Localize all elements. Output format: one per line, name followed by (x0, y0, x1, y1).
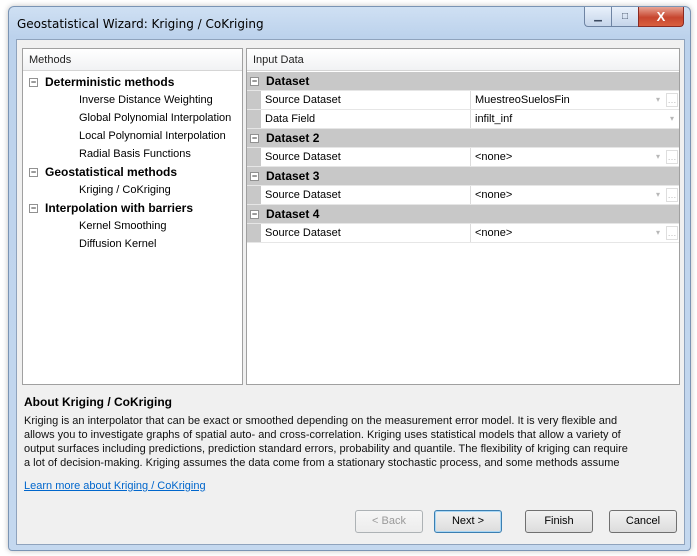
property-name: Source Dataset (261, 148, 471, 166)
tree-item-global-polynomial[interactable]: Global Polynomial Interpolation (79, 109, 231, 127)
about-description: Kriging is an interpolator that can be e… (24, 414, 682, 470)
browse-ellipsis-icon[interactable]: … (666, 226, 678, 240)
grid-section-dataset-4[interactable]: − Dataset 4 (247, 205, 679, 224)
property-name: Source Dataset (261, 91, 471, 109)
tree-item-local-polynomial[interactable]: Local Polynomial Interpolation (79, 127, 226, 145)
about-line: allows you to investigate graphs of spat… (24, 429, 621, 441)
methods-panel: Methods − Deterministic methods Inverse D… (22, 48, 243, 385)
wizard-window: Geostatistical Wizard: Kriging / CoKrigi… (8, 6, 691, 551)
property-name: Source Dataset (261, 186, 471, 204)
property-value: <none> (475, 227, 513, 239)
minimize-icon: ▁ (594, 11, 602, 22)
section-label: Dataset 2 (266, 131, 320, 145)
tree-item-kernel-smoothing[interactable]: Kernel Smoothing (79, 217, 166, 235)
dropdown-arrow-icon[interactable]: ▾ (652, 149, 664, 165)
collapse-icon[interactable]: − (29, 78, 38, 87)
dialog-body: Methods − Deterministic methods Inverse D… (16, 39, 685, 545)
window-controls: ▁ □ X (584, 7, 684, 27)
about-line: a lot of decision-making. Kriging assume… (24, 457, 620, 469)
tree-item-kriging[interactable]: Kriging / CoKriging (79, 181, 171, 199)
source-dataset-4-field[interactable]: <none> ▾ … (471, 224, 679, 242)
grid-row: Data Field infilt_inf ▾ (247, 110, 679, 129)
property-name: Source Dataset (261, 224, 471, 242)
grid-row: Source Dataset <none> ▾ … (247, 148, 679, 167)
dropdown-arrow-icon[interactable]: ▾ (652, 92, 664, 108)
property-value: <none> (475, 151, 513, 163)
about-line: Kriging is an interpolator that can be e… (24, 415, 618, 427)
tree-group-label: Deterministic methods (45, 75, 175, 89)
input-data-header: Input Data (247, 49, 679, 71)
dropdown-arrow-icon[interactable]: ▾ (652, 225, 664, 241)
maximize-icon: □ (621, 11, 629, 22)
dropdown-arrow-icon[interactable]: ▾ (652, 187, 664, 203)
grid-section-dataset-2[interactable]: − Dataset 2 (247, 129, 679, 148)
tree-item-diffusion-kernel[interactable]: Diffusion Kernel (79, 235, 156, 253)
input-data-panel: Input Data − Dataset Source Dataset Muest… (246, 48, 680, 385)
grid-row: Source Dataset <none> ▾ … (247, 186, 679, 205)
cancel-button[interactable]: Cancel (609, 510, 677, 533)
browse-ellipsis-icon[interactable]: … (666, 150, 678, 164)
source-dataset-field[interactable]: MuestreoSuelosFin ▾ … (471, 91, 679, 109)
section-label: Dataset 4 (266, 207, 320, 221)
data-field-select[interactable]: infilt_inf ▾ (471, 110, 679, 128)
browse-ellipsis-icon[interactable]: … (666, 188, 678, 202)
tree-item-radial-basis[interactable]: Radial Basis Functions (79, 145, 191, 163)
tree-group-label: Geostatistical methods (45, 165, 178, 179)
collapse-icon[interactable]: − (250, 134, 259, 143)
section-label: Dataset (266, 74, 310, 88)
window-title: Geostatistical Wizard: Kriging / CoKrigi… (17, 17, 264, 31)
maximize-button[interactable]: □ (611, 7, 638, 27)
finish-button[interactable]: Finish (525, 510, 593, 533)
property-value: infilt_inf (475, 113, 513, 125)
collapse-icon[interactable]: − (250, 210, 259, 219)
grid-section-dataset-3[interactable]: − Dataset 3 (247, 167, 679, 186)
collapse-icon[interactable]: − (29, 168, 38, 177)
close-button[interactable]: X (638, 7, 684, 27)
grid-row: Source Dataset <none> ▾ … (247, 224, 679, 243)
about-line: output surfaces including predictions, p… (24, 443, 628, 455)
minimize-button[interactable]: ▁ (584, 7, 611, 27)
title-bar[interactable]: Geostatistical Wizard: Kriging / CoKrigi… (9, 7, 690, 39)
tree-group-geostatistical[interactable]: − Geostatistical methods (29, 163, 177, 181)
property-grid: − Dataset Source Dataset MuestreoSuelosFi… (247, 72, 679, 243)
property-value: MuestreoSuelosFin (475, 94, 570, 106)
methods-header: Methods (23, 49, 242, 71)
dropdown-arrow-icon[interactable]: ▾ (666, 111, 678, 127)
tree-group-label: Interpolation with barriers (45, 201, 194, 215)
grid-section-dataset[interactable]: − Dataset (247, 72, 679, 91)
collapse-icon[interactable]: − (250, 77, 259, 86)
tree-group-deterministic[interactable]: − Deterministic methods (29, 73, 174, 91)
about-title: About Kriging / CoKriging (24, 395, 172, 409)
source-dataset-3-field[interactable]: <none> ▾ … (471, 186, 679, 204)
tree-group-barriers[interactable]: − Interpolation with barriers (29, 199, 193, 217)
property-name: Data Field (261, 110, 471, 128)
next-button[interactable]: Next > (434, 510, 502, 533)
collapse-icon[interactable]: − (29, 204, 38, 213)
browse-ellipsis-icon[interactable]: … (666, 93, 678, 107)
tree-item-idw[interactable]: Inverse Distance Weighting (79, 91, 213, 109)
back-button[interactable]: < Back (355, 510, 423, 533)
learn-more-link[interactable]: Learn more about Kriging / CoKriging (24, 480, 206, 492)
collapse-icon[interactable]: − (250, 172, 259, 181)
section-label: Dataset 3 (266, 169, 320, 183)
close-icon: X (656, 9, 666, 24)
grid-row: Source Dataset MuestreoSuelosFin ▾ … (247, 91, 679, 110)
property-value: <none> (475, 189, 513, 201)
source-dataset-2-field[interactable]: <none> ▾ … (471, 148, 679, 166)
